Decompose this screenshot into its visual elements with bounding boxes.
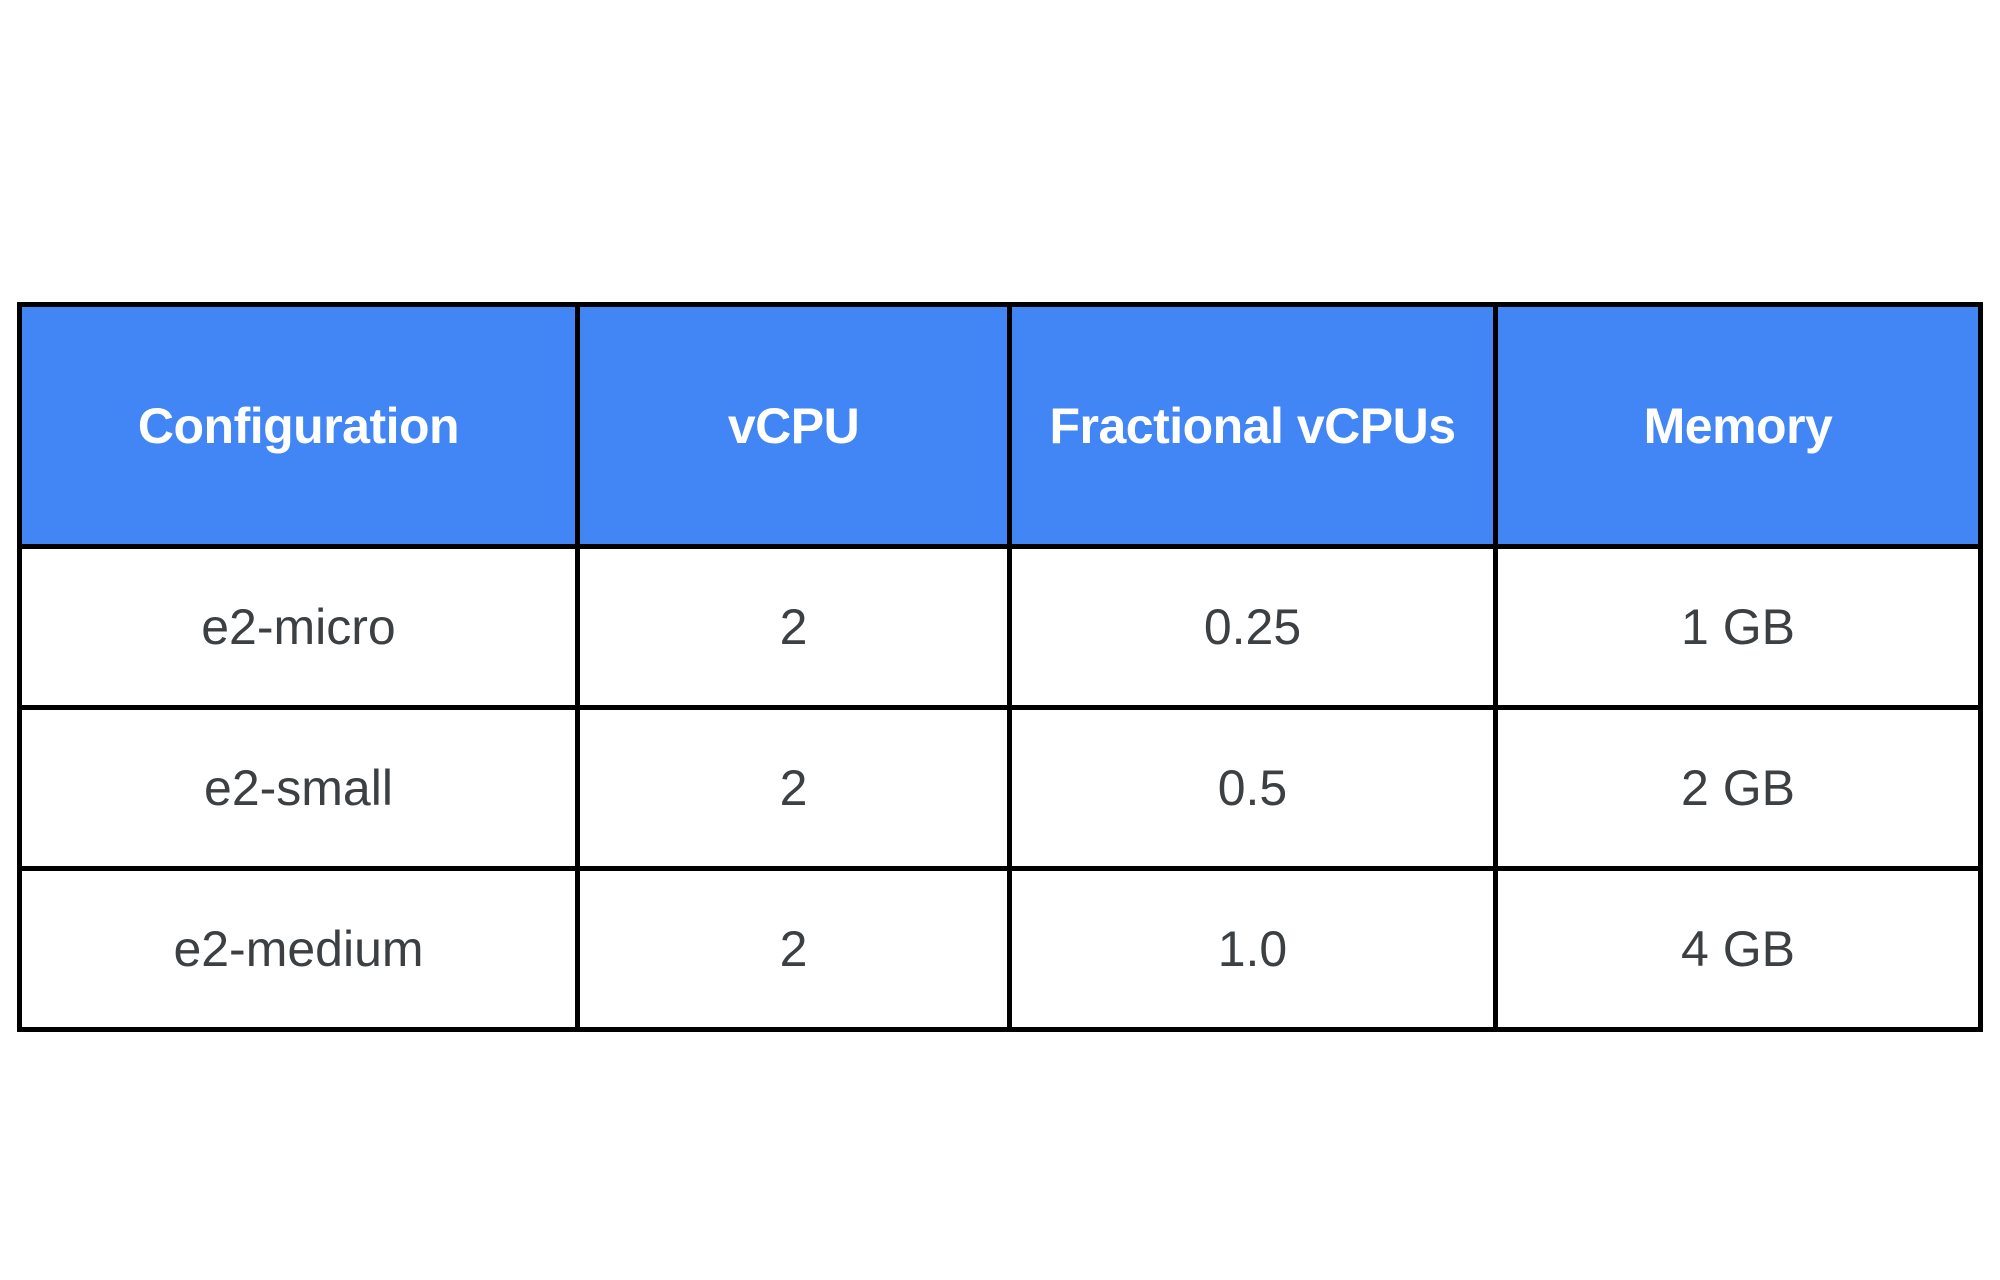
cell-vcpu: 2: [575, 544, 1012, 710]
cell-vcpu: 2: [575, 705, 1012, 871]
table-header: Configuration vCPU Fractional vCPUs Memo…: [17, 302, 1983, 549]
table-header-row: Configuration vCPU Fractional vCPUs Memo…: [17, 302, 1983, 549]
column-header-fractional-vcpus: Fractional vCPUs: [1007, 302, 1498, 549]
column-header-configuration: Configuration: [17, 302, 580, 549]
table-row: e2-medium 2 1.0 4 GB: [17, 866, 1983, 1032]
table-body: e2-micro 2 0.25 1 GB e2-small 2 0.5 2 GB…: [17, 544, 1983, 1032]
cell-memory: 1 GB: [1493, 544, 1983, 710]
cell-configuration: e2-medium: [17, 866, 580, 1032]
cell-fractional-vcpus: 1.0: [1007, 866, 1498, 1032]
column-header-memory: Memory: [1493, 302, 1983, 549]
cell-fractional-vcpus: 0.25: [1007, 544, 1498, 710]
cell-configuration: e2-micro: [17, 544, 580, 710]
column-header-vcpu: vCPU: [575, 302, 1012, 549]
table-row: e2-micro 2 0.25 1 GB: [17, 544, 1983, 710]
cell-configuration: e2-small: [17, 705, 580, 871]
table-row: e2-small 2 0.5 2 GB: [17, 705, 1983, 871]
cell-memory: 4 GB: [1493, 866, 1983, 1032]
spec-table-container: Configuration vCPU Fractional vCPUs Memo…: [17, 302, 1983, 1032]
machine-types-table: Configuration vCPU Fractional vCPUs Memo…: [17, 302, 1983, 1032]
cell-vcpu: 2: [575, 866, 1012, 1032]
cell-fractional-vcpus: 0.5: [1007, 705, 1498, 871]
cell-memory: 2 GB: [1493, 705, 1983, 871]
